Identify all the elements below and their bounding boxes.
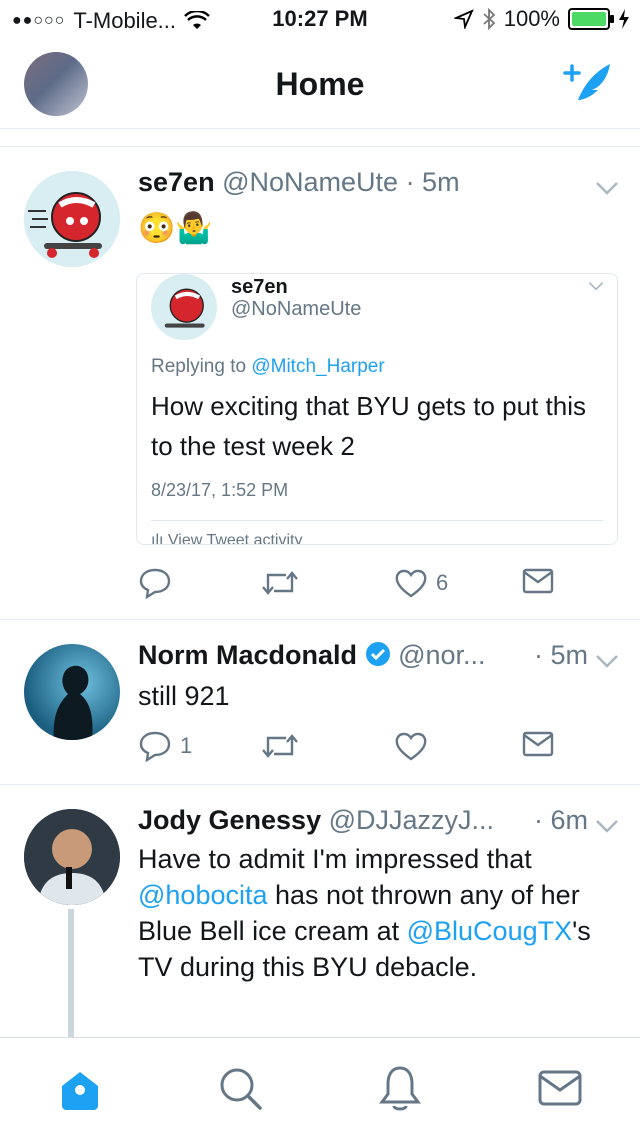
messages-icon[interactable] — [536, 1064, 584, 1112]
direct-message-button[interactable] — [522, 730, 554, 758]
quoted-tweet-text: How exciting that BYU gets to put this t… — [151, 391, 586, 461]
tweet[interactable]: Jody Genessy @DJJazzyJ... · 6m Have to a… — [0, 785, 640, 1038]
mention-link[interactable]: @BluCougTX — [407, 916, 572, 946]
battery-icon — [568, 8, 614, 30]
tweet-time: · 5m — [534, 640, 588, 670]
quoted-tweet[interactable]: se7en @NoNameUte Replying to @Mitch_Harp… — [136, 273, 618, 545]
battery-percent: 100% — [503, 6, 560, 31]
tweet-text: Have to admit I'm impressed that @hoboci… — [138, 844, 591, 982]
reply-button[interactable] — [138, 567, 172, 599]
envelope-icon — [522, 568, 554, 594]
tweet[interactable]: Norm Macdonald @nor... · 5m still 921 1 — [0, 620, 640, 784]
compose-tweet-icon[interactable] — [562, 58, 614, 110]
top-navigation: Home — [0, 40, 640, 129]
ute-mascot-avatar — [24, 171, 120, 267]
tweet-text: 😳🤷‍♂️ — [138, 212, 213, 245]
retweet-icon — [262, 571, 298, 595]
user-avatar[interactable] — [24, 809, 120, 905]
quoted-tweet-date: 8/23/17, 1:52 PM — [151, 480, 289, 500]
user-avatar[interactable] — [24, 644, 120, 740]
tweet-time: · 5m — [405, 167, 460, 197]
like-count: 6 — [436, 570, 449, 595]
direct-message-button[interactable] — [522, 567, 554, 595]
tweet[interactable]: se7en @NoNameUte · 5m 😳🤷‍♂️ se7en @NoNam… — [0, 147, 640, 619]
chevron-down-icon[interactable] — [594, 652, 620, 670]
reply-context: Replying to @Mitch_Harper — [151, 356, 385, 377]
author-handle[interactable]: @DJJazzyJ... — [329, 805, 494, 835]
quoted-user-avatar — [151, 274, 217, 340]
chevron-down-icon[interactable] — [594, 179, 620, 197]
like-button[interactable]: 6 — [394, 567, 448, 599]
charging-icon — [619, 9, 629, 29]
quoted-author-name: se7en — [231, 276, 288, 298]
retweet-button[interactable] — [260, 730, 300, 762]
tweet-actions: 1 — [138, 730, 578, 766]
chevron-down-icon[interactable] — [587, 280, 605, 292]
tweet-time: · 6m — [534, 805, 588, 835]
bluetooth-icon — [483, 8, 496, 30]
like-button[interactable] — [394, 730, 428, 762]
author-name[interactable]: se7en — [138, 167, 215, 197]
user-avatar[interactable] — [24, 171, 120, 267]
author-name[interactable]: Jody Genessy — [138, 805, 321, 835]
mention-link[interactable]: @hobocita — [138, 880, 268, 910]
reply-icon — [139, 731, 171, 762]
author-handle[interactable]: @NoNameUte — [222, 167, 398, 197]
notifications-icon[interactable] — [376, 1064, 424, 1112]
status-bar: ●●○○○ T-Mobile... 10:27 PM 100% — [0, 0, 640, 40]
reply-to-link[interactable]: @Mitch_Harper — [251, 356, 384, 377]
bottom-tab-bar — [0, 1037, 640, 1136]
retweet-button[interactable] — [260, 567, 300, 599]
tweet-text: still 921 — [138, 681, 230, 711]
thread-line — [68, 909, 74, 1038]
chevron-down-icon[interactable] — [594, 817, 620, 835]
envelope-icon — [522, 731, 554, 757]
verified-badge-icon — [365, 642, 390, 666]
tweet-actions: 6 — [138, 567, 578, 603]
heart-icon — [395, 569, 427, 598]
retweet-icon — [262, 734, 298, 758]
author-handle[interactable]: @nor... — [398, 640, 485, 670]
reply-count: 1 — [180, 733, 193, 758]
heart-icon — [395, 732, 427, 761]
page-title: Home — [275, 66, 365, 102]
search-icon[interactable] — [216, 1064, 264, 1112]
reply-icon — [139, 568, 171, 599]
author-name[interactable]: Norm Macdonald — [138, 640, 357, 670]
location-icon — [453, 9, 474, 29]
view-activity-link[interactable]: ılı View Tweet activity — [151, 532, 302, 544]
reply-button[interactable]: 1 — [138, 730, 192, 762]
home-icon[interactable] — [56, 1064, 104, 1112]
quoted-author-handle: @NoNameUte — [231, 298, 362, 320]
